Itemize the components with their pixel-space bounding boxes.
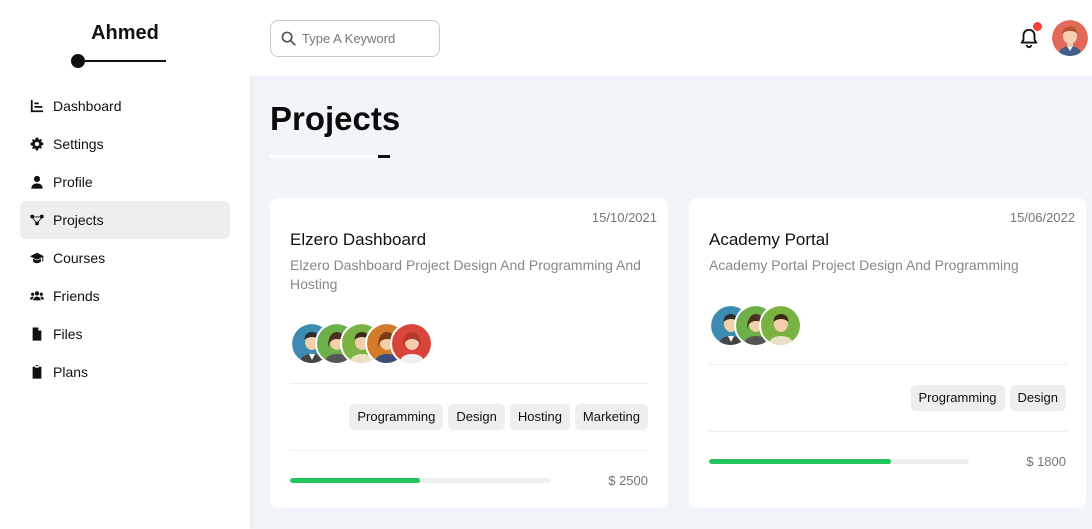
project-price: $ 2500 [608,473,648,488]
project-description: Academy Portal Project Design And Progra… [709,257,1019,273]
top-header [250,0,1092,76]
brand-underline [78,60,166,62]
progress-bar [290,478,550,483]
search-icon [281,31,296,46]
sidebar-item-label: Courses [53,250,106,266]
card-divider [709,431,1067,432]
tag-programming[interactable]: Programming [349,404,444,430]
sidebar-item-plans[interactable]: Plans [20,353,230,391]
sidebar-item-label: Projects [53,212,104,228]
tag-programming[interactable]: Programming [910,385,1005,411]
sidebar-nav: Dashboard Settings Profile Projects Cour… [20,87,230,391]
clipboard-icon [30,365,44,379]
project-price: $ 1800 [1026,454,1066,469]
project-card: 15/10/2021 Elzero Dashboard Elzero Dashb… [270,198,668,508]
tag-marketing[interactable]: Marketing [574,404,648,430]
sidebar-item-profile[interactable]: Profile [20,163,230,201]
tag-hosting[interactable]: Hosting [509,404,570,430]
progress-bar [709,459,969,464]
project-card: 15/06/2022 Academy Portal Academy Portal… [689,198,1086,508]
title-underline-accent [378,155,390,158]
team-avatars [709,304,802,347]
progress-fill [290,478,420,483]
tag-design[interactable]: Design [448,404,505,430]
sidebar-item-label: Plans [53,364,89,380]
search-input[interactable] [302,31,432,46]
project-date: 15/06/2022 [1009,210,1075,225]
file-icon [30,327,44,341]
project-tags: Programming Design [910,385,1066,411]
team-member-avatar[interactable] [390,322,433,365]
users-icon [30,289,44,303]
team-avatars [290,322,433,365]
avatar[interactable] [1052,20,1088,56]
card-divider [290,450,648,451]
graduation-cap-icon [30,251,44,265]
sidebar-item-label: Dashboard [53,98,122,114]
sidebar: Ahmed Dashboard Settings Profile Project… [0,0,250,529]
team-member-avatar[interactable] [759,304,802,347]
project-description: Elzero Dashboard Project Design And Prog… [290,257,641,292]
sidebar-item-label: Profile [53,174,93,190]
card-divider [290,383,648,384]
sidebar-item-label: Settings [53,136,104,152]
sidebar-item-courses[interactable]: Courses [20,239,230,277]
gear-icon [30,137,44,151]
tag-design[interactable]: Design [1009,385,1066,411]
sidebar-item-projects[interactable]: Projects [20,201,230,239]
sidebar-item-dashboard[interactable]: Dashboard [20,87,230,125]
notification-dot [1033,22,1042,31]
sidebar-item-files[interactable]: Files [20,315,230,353]
page-title: Projects [270,100,401,137]
sidebar-item-label: Friends [53,288,100,304]
chart-icon [30,99,44,113]
sidebar-item-label: Files [53,326,83,342]
progress-fill [709,459,891,464]
project-title: Academy Portal [709,230,829,249]
project-title: Elzero Dashboard [290,230,427,249]
search-box[interactable] [270,20,440,57]
brand-name: Ahmed [91,22,159,44]
title-underline [270,155,390,158]
brand-dot [71,54,85,68]
diagram-icon [30,213,44,227]
user-icon [30,175,44,189]
sidebar-item-friends[interactable]: Friends [20,277,230,315]
card-divider [709,364,1067,365]
sidebar-item-settings[interactable]: Settings [20,125,230,163]
project-tags: Programming Design Hosting Marketing [349,404,648,430]
project-date: 15/10/2021 [591,210,657,225]
